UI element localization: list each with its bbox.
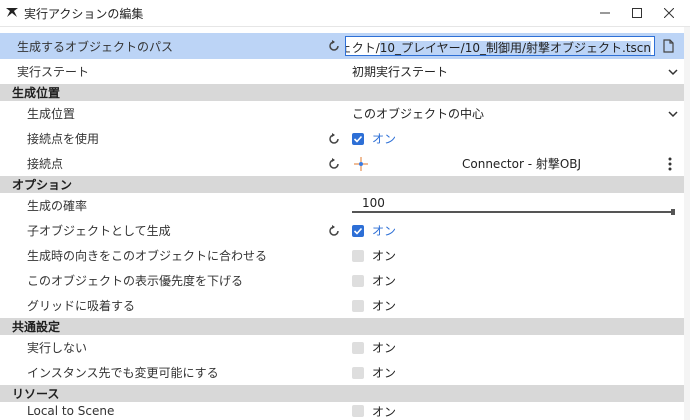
row-instance-editable[interactable]: インスタンス先でも変更可能にする オン xyxy=(0,360,690,385)
match-direction-checkbox[interactable]: オン xyxy=(352,243,396,268)
no-exec-label: 実行しない xyxy=(27,341,88,355)
no-exec-checkbox[interactable]: オン xyxy=(352,335,396,360)
minimize-button[interactable] xyxy=(588,0,622,26)
spawn-as-child-label: 子オブジェクトとして生成 xyxy=(27,224,171,238)
use-connector-label: 接続点を使用 xyxy=(27,132,100,146)
row-match-direction[interactable]: 生成時の向きをこのオブジェクトに合わせる オン xyxy=(0,243,690,268)
checkbox-unchecked-icon[interactable] xyxy=(352,249,364,262)
property-inspector: 生成するオブジェクトのパス プジェクト/10_プレイヤー/10_制御用/射撃オブ… xyxy=(0,27,690,420)
row-exec-state[interactable]: 実行ステート 初期実行ステート xyxy=(0,59,690,84)
reset-icon[interactable] xyxy=(328,40,340,52)
row-spawn-as-child[interactable]: 子オブジェクトとして生成 オン xyxy=(0,218,690,243)
exec-state-label: 実行ステート xyxy=(17,65,90,79)
close-button[interactable] xyxy=(652,0,686,26)
app-logo-icon xyxy=(6,8,18,17)
row-spawn-probability[interactable]: 生成の確率 100 xyxy=(0,193,690,218)
slider-handle[interactable] xyxy=(671,209,675,215)
checkbox-unchecked-icon[interactable] xyxy=(352,405,364,417)
spawn-as-child-value: オン xyxy=(372,224,397,238)
spawn-position-label: 生成位置 xyxy=(27,107,76,121)
section-common[interactable]: 共通設定 xyxy=(0,318,690,335)
window-title: 実行アクションの編集 xyxy=(24,7,144,21)
match-direction-label: 生成時の向きをこのオブジェクトに合わせる xyxy=(27,249,268,263)
row-object-path[interactable]: 生成するオブジェクトのパス プジェクト/10_プレイヤー/10_制御用/射撃オブ… xyxy=(0,33,690,59)
match-direction-value: オン xyxy=(372,249,397,263)
connector-label: 接続点 xyxy=(27,157,64,171)
snap-grid-label: グリッドに吸着する xyxy=(27,299,136,313)
section-options[interactable]: オプション xyxy=(0,176,690,193)
reset-icon[interactable] xyxy=(328,224,340,237)
row-local-to-scene[interactable]: Local to Scene オン xyxy=(0,402,690,420)
section-common-label: 共通設定 xyxy=(12,320,61,334)
chevron-down-icon[interactable] xyxy=(668,67,678,77)
spawn-probability-value: 100 xyxy=(362,196,385,210)
connector-node-icon xyxy=(354,157,368,171)
more-options-icon[interactable] xyxy=(668,157,672,171)
row-spawn-position[interactable]: 生成位置 このオブジェクトの中心 xyxy=(0,101,690,126)
chevron-down-icon[interactable] xyxy=(668,109,678,119)
row-use-connector[interactable]: 接続点を使用 オン xyxy=(0,126,690,151)
checkbox-unchecked-icon[interactable] xyxy=(352,341,364,354)
lower-priority-checkbox[interactable]: オン xyxy=(352,268,396,293)
title-bar: 実行アクションの編集 xyxy=(0,0,690,27)
checkbox-checked-icon[interactable] xyxy=(352,224,364,237)
local-to-scene-label: Local to Scene xyxy=(27,404,115,418)
no-exec-value: オン xyxy=(372,341,397,355)
spawn-as-child-checkbox[interactable]: オン xyxy=(352,218,396,243)
spawn-probability-label: 生成の確率 xyxy=(27,199,88,213)
section-resource[interactable]: リソース xyxy=(0,385,690,402)
object-path-label: 生成するオブジェクトのパス xyxy=(17,39,174,54)
connector-value[interactable]: Connector - 射撃OBJ xyxy=(462,151,581,176)
row-connector[interactable]: 接続点 Connector - 射撃OBJ xyxy=(0,151,690,176)
reset-icon[interactable] xyxy=(328,157,340,170)
lower-priority-label: このオブジェクトの表示優先度を下げる xyxy=(27,274,244,288)
checkbox-unchecked-icon[interactable] xyxy=(352,366,364,379)
instance-editable-value: オン xyxy=(372,366,397,380)
local-to-scene-value: オン xyxy=(372,404,397,419)
slider-fill xyxy=(352,211,674,213)
path-text-plain: プジェクト/ xyxy=(346,41,380,55)
vertical-scrollbar[interactable] xyxy=(684,27,690,420)
file-browse-icon[interactable] xyxy=(662,39,676,53)
object-path-input[interactable]: プジェクト/10_プレイヤー/10_制御用/射撃オブジェクト.tscn xyxy=(345,36,655,56)
row-snap-grid[interactable]: グリッドに吸着する オン xyxy=(0,293,690,318)
row-no-exec[interactable]: 実行しない オン xyxy=(0,335,690,360)
use-connector-value: オン xyxy=(372,132,397,146)
lower-priority-value: オン xyxy=(372,274,397,288)
use-connector-checkbox[interactable]: オン xyxy=(352,126,396,151)
maximize-icon xyxy=(632,8,642,18)
section-spawn-position-label: 生成位置 xyxy=(12,86,61,100)
section-spawn-position[interactable]: 生成位置 xyxy=(0,84,690,101)
row-lower-priority[interactable]: このオブジェクトの表示優先度を下げる オン xyxy=(0,268,690,293)
local-to-scene-checkbox[interactable]: オン xyxy=(352,402,396,420)
checkbox-checked-icon[interactable] xyxy=(352,132,364,145)
spawn-probability-slider[interactable]: 100 xyxy=(352,195,675,215)
snap-grid-value: オン xyxy=(372,299,397,313)
path-text-selected: 10_プレイヤー/10_制御用/射撃オブジェクト.tscn xyxy=(379,41,651,55)
checkbox-unchecked-icon[interactable] xyxy=(352,299,364,312)
close-icon xyxy=(664,8,674,18)
snap-grid-checkbox[interactable]: オン xyxy=(352,293,396,318)
checkbox-unchecked-icon[interactable] xyxy=(352,274,364,287)
section-resource-label: リソース xyxy=(12,387,60,401)
instance-editable-label: インスタンス先でも変更可能にする xyxy=(27,366,219,380)
exec-state-value[interactable]: 初期実行ステート xyxy=(352,59,448,84)
minimize-icon xyxy=(600,12,610,14)
spawn-position-value[interactable]: このオブジェクトの中心 xyxy=(352,101,484,126)
instance-editable-checkbox[interactable]: オン xyxy=(352,360,396,385)
reset-icon[interactable] xyxy=(328,132,340,145)
maximize-button[interactable] xyxy=(620,0,654,26)
section-options-label: オプション xyxy=(12,178,73,192)
